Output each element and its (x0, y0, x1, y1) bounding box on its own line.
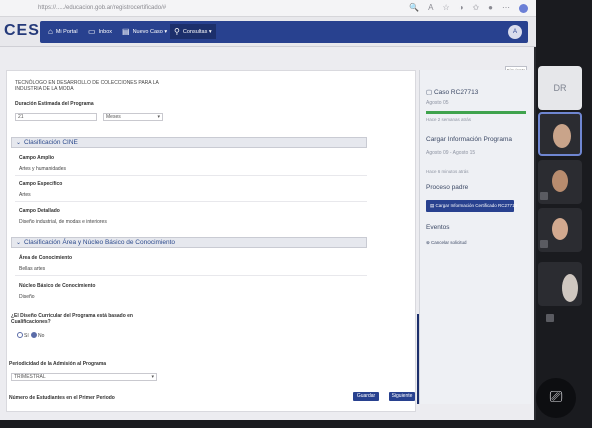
search-icon: ⚲ (174, 27, 180, 36)
radio-no-label: No (38, 333, 45, 339)
home-icon: ⌂ (48, 27, 53, 36)
extensions-icon[interactable]: ◑ (459, 3, 464, 13)
case-title: ▢ Caso RC27713 (426, 88, 478, 96)
participant-initials: DR (553, 83, 567, 93)
field-label: Núcleo Básico de Conocimiento (19, 283, 96, 289)
case-icon: ▤ (122, 27, 130, 36)
address-bar[interactable]: https://...../educacion.gob.ar/registroc… (38, 5, 166, 11)
section-cine-header[interactable]: ⌄ Clasificación CINE (11, 137, 367, 148)
field-value: Artes y humanidades (19, 166, 66, 172)
more-icon[interactable]: ⋯ (502, 3, 510, 13)
inbox-icon: ▭ (88, 27, 96, 36)
field-value: Diseño (19, 294, 35, 300)
participant-tile[interactable] (538, 160, 582, 204)
cancel-label: Cancelar solicitud (431, 240, 467, 245)
divider (15, 201, 367, 202)
program-name-cont: INDUSTRIA DE LA MODA (15, 86, 74, 92)
favorites-icon[interactable]: ✩ (472, 3, 479, 13)
periodicity-label: Periodicidad de la Admisión al Programa (9, 361, 107, 367)
form-panel: TECNÓLOGO EN DESARROLLO DE COLECCIONES P… (6, 70, 416, 412)
duration-label: Duración Estimada del Programa (15, 101, 94, 107)
nav-inbox[interactable]: ▭ Inbox (88, 27, 112, 36)
radio-si[interactable] (17, 332, 23, 338)
duration-unit-value: Meses (106, 114, 121, 120)
zoom-icon[interactable]: 🔍 (409, 3, 419, 13)
cancel-request-link[interactable]: ⊗ Cancelar solicitud (426, 240, 467, 246)
students-label: Número de Estudiantes en el Primer Perio… (9, 395, 115, 401)
participant-tile[interactable] (538, 208, 582, 252)
divider (15, 275, 367, 276)
case-meta: Hace 2 semanas atrás (426, 117, 472, 122)
case-date: Agosto 05 (426, 100, 449, 106)
section-area-header[interactable]: ⌄ Clasificación Área y Núcleo Básico de C… (11, 237, 367, 248)
periodicity-select[interactable]: TRIMESTRAL ▾ (11, 373, 157, 381)
mic-off-icon (540, 240, 548, 248)
field-value: Artes (19, 192, 31, 198)
case-icon: ▢ (426, 89, 434, 96)
mic-off-icon (540, 192, 548, 200)
participant-tile[interactable] (538, 262, 582, 306)
field-value: Bellas artes (19, 266, 46, 272)
participant-video (552, 218, 568, 240)
save-button[interactable]: Guardar (353, 392, 379, 401)
scan-text-icon[interactable]: ⎚ (536, 378, 576, 418)
parent-button-label: Cargar Información Certificado RC27713 (435, 203, 518, 208)
case-title-text: Caso RC27713 (433, 89, 479, 96)
next-button[interactable]: Siguiente (389, 392, 415, 401)
question-label-cont: Cualificaciones? (11, 319, 51, 325)
nav-nuevo-caso[interactable]: ▤ Nuevo Caso ▾ (122, 27, 167, 36)
field-label: Campo Específico (19, 181, 63, 187)
participant-video (562, 274, 578, 302)
nav-label: Mi Portal (55, 28, 78, 35)
main-nav: ⌂ Mi Portal ▭ Inbox ▤ Nuevo Caso ▾ ⚲ Consult… (40, 21, 528, 43)
load-dates: Agosto 09 - Agosto 15 (426, 150, 476, 156)
participant-tile-dr[interactable]: DR (538, 66, 582, 110)
nav-label: Nuevo Caso ▾ (132, 28, 168, 35)
field-label: Área de Conocimiento (19, 255, 73, 261)
nav-label: Consultas ▾ (182, 28, 212, 35)
browser-toolbar: https://...../educacion.gob.ar/registroc… (0, 0, 536, 17)
app-header: CES ⌂ Mi Portal ▭ Inbox ▤ Nuevo Caso ▾ ⚲ Con… (0, 17, 536, 47)
radio-no[interactable] (31, 332, 37, 338)
chevron-down-icon: ▾ (157, 114, 160, 120)
load-meta: Hace 6 minutos atrás (426, 169, 469, 174)
case-sidebar: ▢ Caso RC27713 Agosto 05 Hace 2 semanas … (419, 70, 531, 404)
parent-process-button[interactable]: ▤ Cargar Información Certificado RC27713 (426, 200, 517, 212)
participant-tile[interactable] (538, 112, 582, 156)
app-logo[interactable]: CES (4, 22, 40, 40)
events-title: Eventos (426, 224, 450, 231)
user-avatar[interactable]: A (508, 25, 522, 39)
mic-off-icon (546, 314, 554, 322)
nav-label: Inbox (98, 28, 113, 35)
nav-mi-portal[interactable]: ⌂ Mi Portal (48, 27, 78, 36)
periodicity-value: TRIMESTRAL (14, 374, 46, 380)
field-label: Campo Detallado (19, 208, 60, 214)
radio-si-label: Sí (24, 333, 29, 339)
star-icon[interactable]: ☆ (442, 3, 449, 13)
participant-video (552, 170, 568, 192)
case-progress-bar (426, 111, 526, 114)
divider (15, 175, 367, 176)
field-value: Diseño industrial, de modas e interiores (19, 219, 107, 225)
nav-consultas[interactable]: ⚲ Consultas ▾ (170, 24, 216, 39)
duration-unit-select[interactable]: Meses ▾ (103, 113, 163, 121)
chevron-down-icon: ⌄ (16, 240, 22, 246)
participant-video (553, 124, 571, 148)
read-aloud-icon[interactable]: A (428, 3, 433, 13)
chevron-down-icon: ▾ (151, 374, 154, 380)
load-title: Cargar Información Programa (426, 136, 512, 143)
shared-screen: https://...../educacion.gob.ar/registroc… (0, 0, 536, 420)
field-label: Campo Amplio (19, 155, 55, 161)
duration-input[interactable]: 21 (15, 113, 97, 121)
profile-icon[interactable]: ● (488, 3, 493, 13)
section-title: Clasificación Área y Núcleo Básico de Co… (24, 239, 176, 246)
parent-title: Proceso padre (426, 184, 469, 191)
chevron-down-icon: ⌄ (16, 140, 22, 146)
browser-icons: 🔍 A ☆ ◑ ✩ ● ⋯ (409, 3, 528, 13)
avatar[interactable] (519, 3, 528, 13)
section-title: Clasificación CINE (24, 139, 78, 146)
